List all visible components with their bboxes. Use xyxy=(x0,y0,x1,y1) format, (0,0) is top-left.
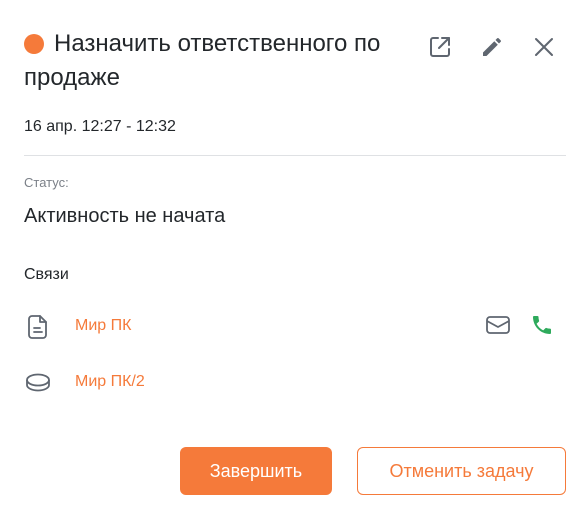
document-icon xyxy=(24,313,52,341)
cancel-task-button[interactable]: Отменить задачу xyxy=(357,447,566,495)
status-value: Активность не начата xyxy=(24,205,226,227)
divider xyxy=(24,155,566,156)
link-item: Мир ПК/2 xyxy=(24,367,564,397)
coins-icon xyxy=(24,369,52,397)
mail-icon xyxy=(486,316,510,334)
header-actions xyxy=(426,33,558,61)
link-item: Мир ПК xyxy=(24,311,564,341)
task-panel: Назначить ответственного по продаже 16 а… xyxy=(0,0,587,513)
time-range: 16 апр. 12:27 - 12:32 xyxy=(24,118,176,135)
pencil-icon xyxy=(483,38,501,56)
call-button[interactable] xyxy=(528,311,556,339)
close-icon xyxy=(535,38,553,56)
status-label: Статус: xyxy=(24,175,69,190)
email-button[interactable] xyxy=(484,311,512,339)
complete-button[interactable]: Завершить xyxy=(180,447,332,495)
phone-icon xyxy=(533,316,551,334)
task-title: Назначить ответственного по продаже xyxy=(24,27,414,95)
external-link-icon xyxy=(430,37,450,57)
task-title-line-1: Назначить ответственного по xyxy=(54,30,381,57)
open-external-button[interactable] xyxy=(426,33,454,61)
close-button[interactable] xyxy=(530,33,558,61)
links-heading: Связи xyxy=(24,266,69,283)
task-title-line-2: продаже xyxy=(24,64,120,91)
link-mir-pk-2[interactable]: Мир ПК/2 xyxy=(75,373,145,391)
link-mir-pk[interactable]: Мир ПК xyxy=(75,317,131,335)
edit-button[interactable] xyxy=(478,33,506,61)
link-actions xyxy=(484,311,556,339)
